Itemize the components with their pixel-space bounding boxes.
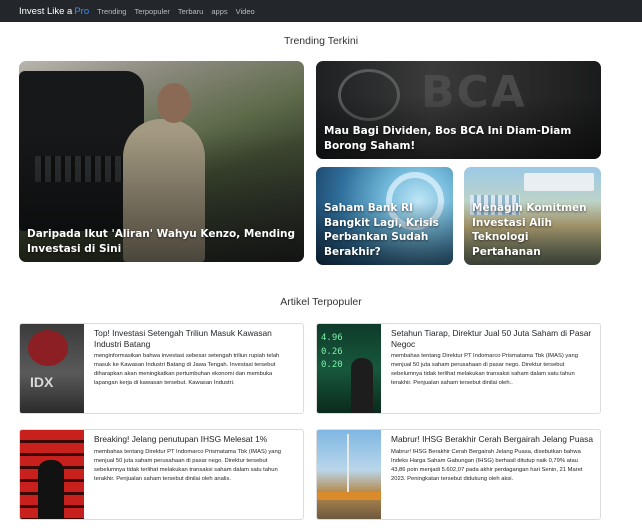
- nav-link-trending[interactable]: Trending: [97, 7, 126, 16]
- popular-section-title: Artikel Terpopuler: [280, 296, 362, 308]
- wind-turbine-shape: [347, 434, 349, 494]
- nav-link-terpopuler[interactable]: Terpopuler: [134, 7, 169, 16]
- trending-card-caption: Saham Bank RI Bangkit Lagi, Krisis Perba…: [324, 202, 439, 258]
- article-card-1[interactable]: IDX Top! Investasi Setengah Triliun Masu…: [19, 323, 304, 414]
- person-shape: [38, 460, 64, 519]
- nav-links: Trending Terpopuler Terbaru apps Video: [97, 7, 263, 16]
- article-thumbnail: 4.96 0.26 0.20: [317, 324, 381, 413]
- navbar: Invest Like a Pro Trending Terpopuler Ter…: [0, 0, 642, 22]
- article-title[interactable]: Setahun Tiarap, Direktur Jual 50 Juta Sa…: [391, 328, 594, 349]
- article-description: membahas tentang Direktur PT Indomarco P…: [391, 353, 578, 387]
- article-card-4[interactable]: Mabrur! IHSG Berakhir Cerah Bergairah Je…: [316, 429, 601, 520]
- article-title[interactable]: Top! Investasi Setengah Triliun Masuk Ka…: [94, 328, 297, 349]
- article-description: menginformasikan bahwa investasi sebesar…: [94, 353, 280, 387]
- nav-link-video[interactable]: Video: [236, 7, 255, 16]
- nav-link-apps[interactable]: apps: [211, 7, 227, 16]
- trending-card-caption: Menagih Komitmen Investasi Alih Teknolog…: [472, 202, 587, 258]
- idx-logo-mark: IDX: [30, 374, 54, 390]
- brand-logo[interactable]: Invest Like a Pro: [19, 6, 89, 17]
- trending-card-4[interactable]: Menagih Komitmen Investasi Alih Teknolog…: [464, 167, 601, 265]
- article-card-2[interactable]: 4.96 0.26 0.20 Setahun Tiarap, Direktur Ju…: [316, 323, 601, 414]
- trending-card-caption: Daripada Ikut 'Aliran' Wahyu Kenzo, Mend…: [27, 228, 296, 255]
- trending-card-1[interactable]: Daripada Ikut 'Aliran' Wahyu Kenzo, Mend…: [19, 61, 304, 262]
- article-title[interactable]: Mabrur! IHSG Berakhir Cerah Bergairah Je…: [391, 434, 594, 445]
- article-thumbnail: IDX: [20, 324, 84, 413]
- article-title[interactable]: Breaking! Jelang penutupan IHSG Melesat …: [94, 434, 297, 445]
- trending-card-caption: Mau Bagi Dividen, Bos BCA Ini Diam-Diam …: [324, 125, 572, 152]
- idx-logo-shape: [28, 330, 68, 366]
- ticker-display: 4.96 0.26 0.20: [321, 333, 343, 370]
- road-shape: [317, 492, 381, 500]
- article-card-3[interactable]: Breaking! Jelang penutupan IHSG Melesat …: [19, 429, 304, 520]
- trending-card-3[interactable]: Saham Bank RI Bangkit Lagi, Krisis Perba…: [316, 167, 453, 265]
- article-thumbnail: [20, 430, 84, 519]
- trending-card-2[interactable]: BCA Mau Bagi Dividen, Bos BCA Ini Diam-D…: [316, 61, 601, 159]
- trending-section-title: Trending Terkini: [283, 35, 359, 47]
- article-description: membahas tentang Direktur PT Indomarco P…: [94, 448, 281, 482]
- article-thumbnail: [317, 430, 381, 519]
- article-description: Mabrur! IHSG Berakhir Cerah Bergairah Je…: [391, 448, 583, 482]
- nav-link-terbaru[interactable]: Terbaru: [178, 7, 203, 16]
- person-shape: [351, 358, 373, 413]
- brand-text: Invest Like a: [19, 5, 73, 17]
- brand-accent: Pro: [74, 5, 90, 17]
